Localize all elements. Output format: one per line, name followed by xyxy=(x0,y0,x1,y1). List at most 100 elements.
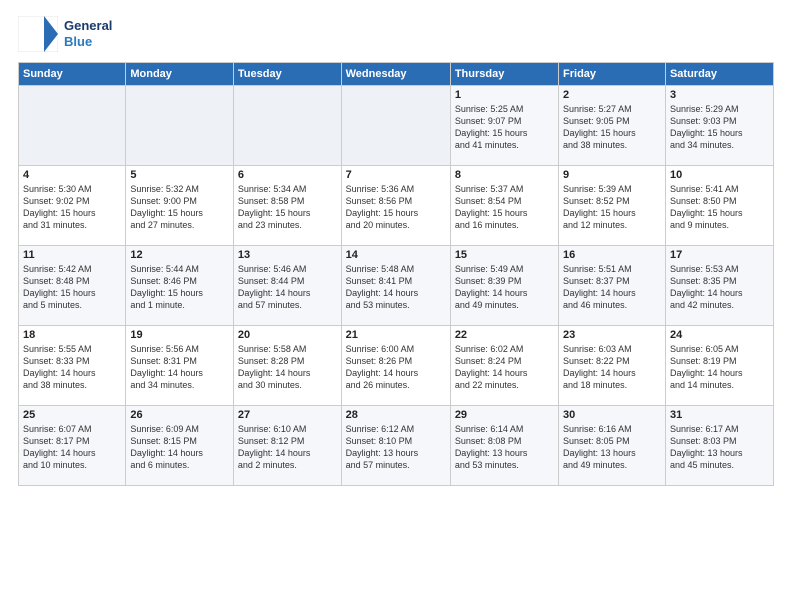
logo-text: GeneralBlue xyxy=(64,18,112,49)
calendar-cell: 17 Sunrise: 5:53 AM Sunset: 8:35 PM Dayli… xyxy=(665,246,773,326)
day-number: 8 xyxy=(455,169,554,181)
day-info: Sunrise: 5:37 AM Sunset: 8:54 PM Dayligh… xyxy=(455,183,554,232)
calendar-cell xyxy=(19,86,126,166)
day-info: Sunrise: 6:03 AM Sunset: 8:22 PM Dayligh… xyxy=(563,343,661,392)
day-number: 15 xyxy=(455,249,554,261)
calendar-cell: 10 Sunrise: 5:41 AM Sunset: 8:50 PM Dayli… xyxy=(665,166,773,246)
calendar-cell: 8 Sunrise: 5:37 AM Sunset: 8:54 PM Daylig… xyxy=(450,166,558,246)
day-number: 11 xyxy=(23,249,121,261)
calendar-header-friday: Friday xyxy=(559,63,666,86)
day-number: 19 xyxy=(130,329,229,341)
calendar-cell: 19 Sunrise: 5:56 AM Sunset: 8:31 PM Dayli… xyxy=(126,326,234,406)
day-info: Sunrise: 6:16 AM Sunset: 8:05 PM Dayligh… xyxy=(563,423,661,472)
day-info: Sunrise: 5:53 AM Sunset: 8:35 PM Dayligh… xyxy=(670,263,769,312)
header: GeneralBlue xyxy=(18,16,774,52)
calendar-cell xyxy=(341,86,450,166)
day-number: 31 xyxy=(670,409,769,421)
day-info: Sunrise: 5:51 AM Sunset: 8:37 PM Dayligh… xyxy=(563,263,661,312)
day-info: Sunrise: 6:00 AM Sunset: 8:26 PM Dayligh… xyxy=(346,343,446,392)
calendar-week-3: 11 Sunrise: 5:42 AM Sunset: 8:48 PM Dayli… xyxy=(19,246,774,326)
day-number: 23 xyxy=(563,329,661,341)
day-info: Sunrise: 5:46 AM Sunset: 8:44 PM Dayligh… xyxy=(238,263,337,312)
day-info: Sunrise: 6:12 AM Sunset: 8:10 PM Dayligh… xyxy=(346,423,446,472)
day-info: Sunrise: 5:42 AM Sunset: 8:48 PM Dayligh… xyxy=(23,263,121,312)
day-number: 20 xyxy=(238,329,337,341)
calendar-cell: 30 Sunrise: 6:16 AM Sunset: 8:05 PM Dayli… xyxy=(559,406,666,486)
day-info: Sunrise: 6:09 AM Sunset: 8:15 PM Dayligh… xyxy=(130,423,229,472)
day-number: 12 xyxy=(130,249,229,261)
calendar-cell: 15 Sunrise: 5:49 AM Sunset: 8:39 PM Dayli… xyxy=(450,246,558,326)
day-info: Sunrise: 6:14 AM Sunset: 8:08 PM Dayligh… xyxy=(455,423,554,472)
calendar-cell: 5Sunrise: 5:32 AM Sunset: 9:00 PM Daylig… xyxy=(126,166,234,246)
day-info: Sunrise: 5:58 AM Sunset: 8:28 PM Dayligh… xyxy=(238,343,337,392)
calendar-week-4: 18Sunrise: 5:55 AM Sunset: 8:33 PM Dayli… xyxy=(19,326,774,406)
day-number: 4 xyxy=(23,169,121,181)
calendar-cell: 12 Sunrise: 5:44 AM Sunset: 8:46 PM Dayli… xyxy=(126,246,234,326)
day-info: Sunrise: 5:36 AM Sunset: 8:56 PM Dayligh… xyxy=(346,183,446,232)
calendar-cell xyxy=(126,86,234,166)
calendar-cell: 16 Sunrise: 5:51 AM Sunset: 8:37 PM Dayli… xyxy=(559,246,666,326)
day-number: 26 xyxy=(130,409,229,421)
day-number: 10 xyxy=(670,169,769,181)
day-info: Sunrise: 6:02 AM Sunset: 8:24 PM Dayligh… xyxy=(455,343,554,392)
day-info: Sunrise: 5:29 AM Sunset: 9:03 PM Dayligh… xyxy=(670,103,769,152)
day-number: 25 xyxy=(23,409,121,421)
day-number: 29 xyxy=(455,409,554,421)
day-number: 5 xyxy=(130,169,229,181)
calendar-header-sunday: Sunday xyxy=(19,63,126,86)
calendar-cell: 2Sunrise: 5:27 AM Sunset: 9:05 PM Daylig… xyxy=(559,86,666,166)
day-info: Sunrise: 6:17 AM Sunset: 8:03 PM Dayligh… xyxy=(670,423,769,472)
calendar-cell: 27Sunrise: 6:10 AM Sunset: 8:12 PM Dayli… xyxy=(233,406,341,486)
calendar-cell: 31 Sunrise: 6:17 AM Sunset: 8:03 PM Dayli… xyxy=(665,406,773,486)
calendar-week-1: 1 Sunrise: 5:25 AM Sunset: 9:07 PM Daylig… xyxy=(19,86,774,166)
calendar-header-row: SundayMondayTuesdayWednesdayThursdayFrid… xyxy=(19,63,774,86)
calendar-cell: 14 Sunrise: 5:48 AM Sunset: 8:41 PM Dayli… xyxy=(341,246,450,326)
calendar-cell: 18Sunrise: 5:55 AM Sunset: 8:33 PM Dayli… xyxy=(19,326,126,406)
day-number: 9 xyxy=(563,169,661,181)
day-number: 21 xyxy=(346,329,446,341)
calendar-cell: 13Sunrise: 5:46 AM Sunset: 8:44 PM Dayli… xyxy=(233,246,341,326)
page: GeneralBlue SundayMondayTuesdayWednesday… xyxy=(0,0,792,496)
calendar-header-thursday: Thursday xyxy=(450,63,558,86)
day-number: 24 xyxy=(670,329,769,341)
day-number: 22 xyxy=(455,329,554,341)
calendar-cell xyxy=(233,86,341,166)
calendar-cell: 3 Sunrise: 5:29 AM Sunset: 9:03 PM Daylig… xyxy=(665,86,773,166)
day-number: 28 xyxy=(346,409,446,421)
calendar-cell: 6 Sunrise: 5:34 AM Sunset: 8:58 PM Daylig… xyxy=(233,166,341,246)
day-info: Sunrise: 5:44 AM Sunset: 8:46 PM Dayligh… xyxy=(130,263,229,312)
calendar-cell: 23 Sunrise: 6:03 AM Sunset: 8:22 PM Dayli… xyxy=(559,326,666,406)
calendar-cell: 21 Sunrise: 6:00 AM Sunset: 8:26 PM Dayli… xyxy=(341,326,450,406)
calendar-cell: 7 Sunrise: 5:36 AM Sunset: 8:56 PM Daylig… xyxy=(341,166,450,246)
day-info: Sunrise: 5:55 AM Sunset: 8:33 PM Dayligh… xyxy=(23,343,121,392)
day-info: Sunrise: 5:56 AM Sunset: 8:31 PM Dayligh… xyxy=(130,343,229,392)
day-info: Sunrise: 5:27 AM Sunset: 9:05 PM Dayligh… xyxy=(563,103,661,152)
calendar-cell: 26 Sunrise: 6:09 AM Sunset: 8:15 PM Dayli… xyxy=(126,406,234,486)
calendar-cell: 9Sunrise: 5:39 AM Sunset: 8:52 PM Daylig… xyxy=(559,166,666,246)
day-info: Sunrise: 5:48 AM Sunset: 8:41 PM Dayligh… xyxy=(346,263,446,312)
day-number: 14 xyxy=(346,249,446,261)
day-number: 16 xyxy=(563,249,661,261)
calendar-cell: 4 Sunrise: 5:30 AM Sunset: 9:02 PM Daylig… xyxy=(19,166,126,246)
calendar-cell: 29 Sunrise: 6:14 AM Sunset: 8:08 PM Dayli… xyxy=(450,406,558,486)
calendar-week-2: 4 Sunrise: 5:30 AM Sunset: 9:02 PM Daylig… xyxy=(19,166,774,246)
calendar-header-monday: Monday xyxy=(126,63,234,86)
day-info: Sunrise: 5:34 AM Sunset: 8:58 PM Dayligh… xyxy=(238,183,337,232)
day-info: Sunrise: 5:25 AM Sunset: 9:07 PM Dayligh… xyxy=(455,103,554,152)
logo-icon xyxy=(18,16,58,52)
calendar-cell: 20 Sunrise: 5:58 AM Sunset: 8:28 PM Dayli… xyxy=(233,326,341,406)
calendar-cell: 22 Sunrise: 6:02 AM Sunset: 8:24 PM Dayli… xyxy=(450,326,558,406)
day-number: 17 xyxy=(670,249,769,261)
day-number: 3 xyxy=(670,89,769,101)
calendar-cell: 28 Sunrise: 6:12 AM Sunset: 8:10 PM Dayli… xyxy=(341,406,450,486)
day-number: 1 xyxy=(455,89,554,101)
day-number: 7 xyxy=(346,169,446,181)
day-number: 6 xyxy=(238,169,337,181)
day-info: Sunrise: 5:30 AM Sunset: 9:02 PM Dayligh… xyxy=(23,183,121,232)
day-info: Sunrise: 5:49 AM Sunset: 8:39 PM Dayligh… xyxy=(455,263,554,312)
day-number: 30 xyxy=(563,409,661,421)
day-info: Sunrise: 5:41 AM Sunset: 8:50 PM Dayligh… xyxy=(670,183,769,232)
day-info: Sunrise: 6:07 AM Sunset: 8:17 PM Dayligh… xyxy=(23,423,121,472)
day-info: Sunrise: 6:05 AM Sunset: 8:19 PM Dayligh… xyxy=(670,343,769,392)
logo: GeneralBlue xyxy=(18,16,112,52)
